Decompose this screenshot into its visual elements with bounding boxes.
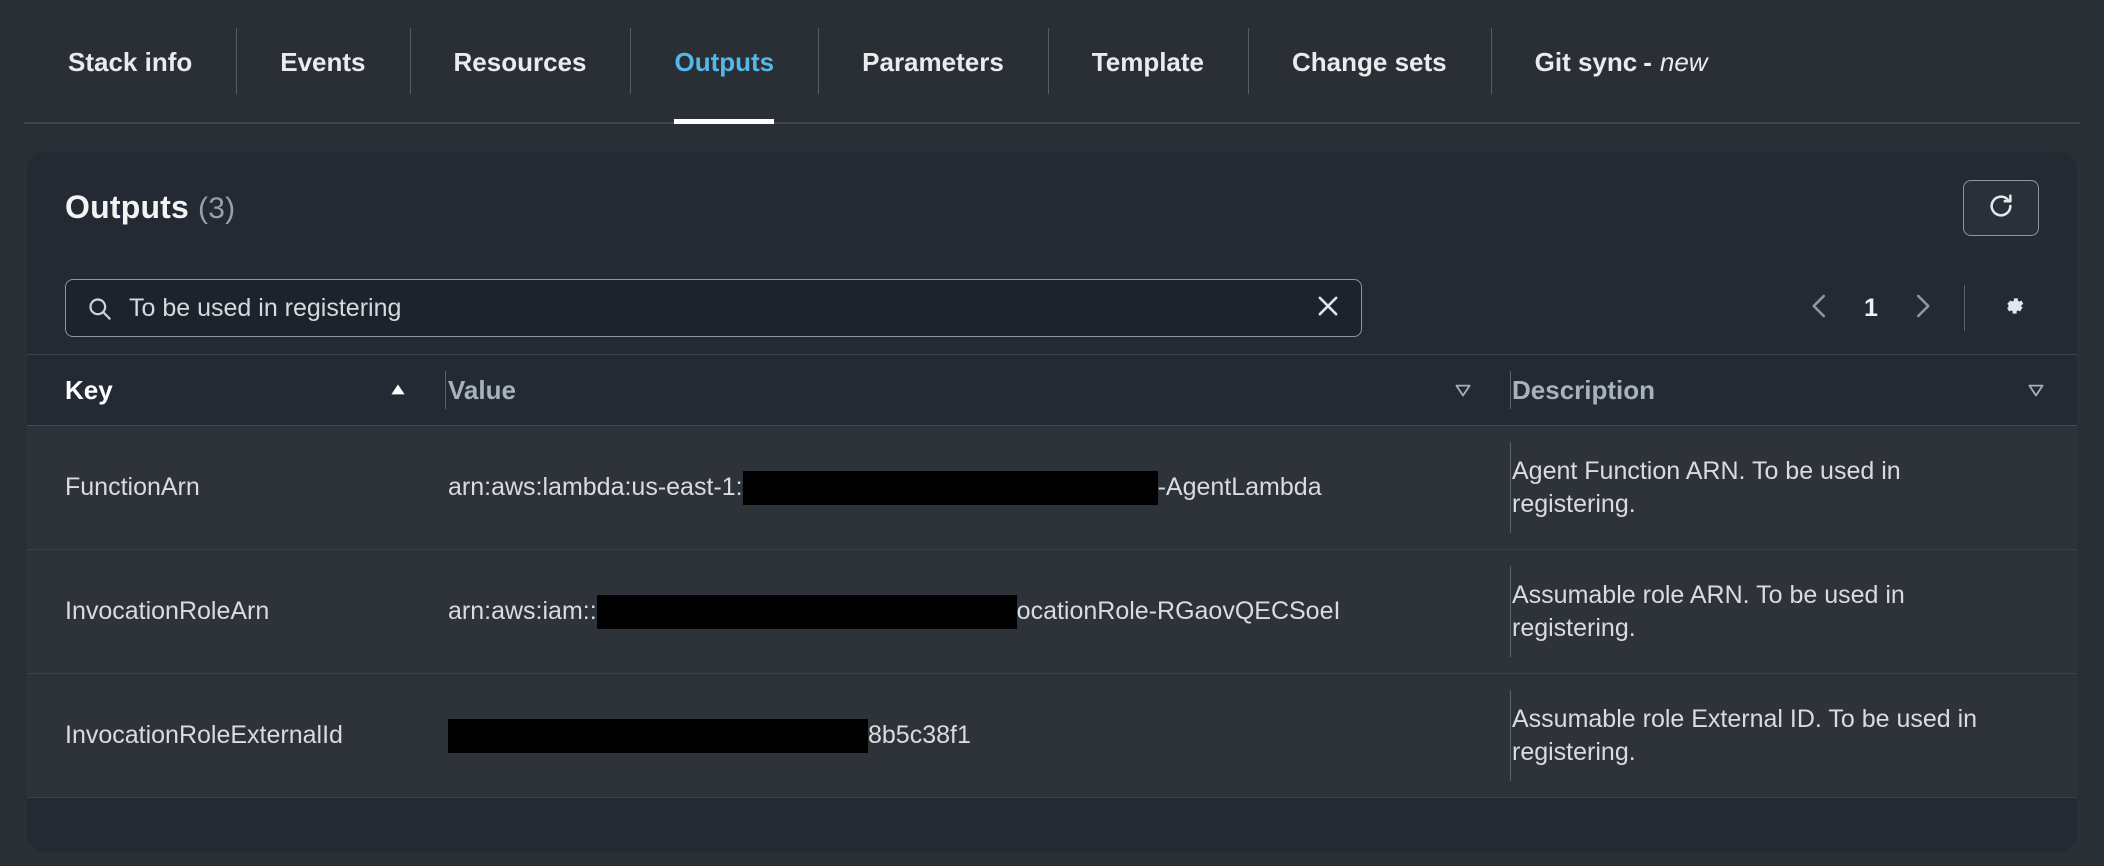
search-input[interactable]: To be used in registering — [65, 279, 1362, 337]
output-description: Assumable role External ID. To be used i… — [1512, 704, 1978, 766]
tab-parameters[interactable]: Parameters — [818, 0, 1048, 124]
refresh-icon — [1985, 190, 2017, 227]
tab-dash: - — [1643, 46, 1652, 77]
tab-label: Events — [280, 46, 366, 77]
output-key: InvocationRoleExternalId — [65, 721, 343, 749]
tab-label: Git sync — [1534, 46, 1638, 77]
redaction-bar — [596, 594, 1017, 629]
caret-down-outline-icon — [1452, 379, 1474, 401]
output-value: arn:aws:iam:: ocationRole-RGaovQECSoeI — [448, 594, 1474, 629]
stack-detail-tabs: Stack info Events Resources Outputs Para… — [0, 0, 2104, 124]
tab-git-sync[interactable]: Git sync - new — [1490, 0, 1752, 124]
redaction-bar — [742, 470, 1158, 505]
table-footer — [27, 798, 2077, 846]
gear-icon — [1998, 291, 2028, 326]
chevron-right-icon — [1907, 291, 1937, 326]
tab-label: Outputs — [674, 46, 775, 77]
tab-events[interactable]: Events — [236, 0, 409, 124]
row-column-divider — [1510, 442, 1511, 533]
previous-page-button[interactable] — [1794, 282, 1846, 334]
output-value-prefix: arn:aws:iam:: — [448, 597, 597, 625]
table-row[interactable]: FunctionArn arn:aws:lambda:us-east-1: -Ag… — [27, 426, 2077, 550]
clear-search-button[interactable] — [1311, 291, 1345, 325]
output-value-prefix: arn:aws:lambda:us-east-1: — [448, 473, 743, 501]
search-icon — [86, 295, 113, 322]
tab-new-badge: new — [1659, 46, 1708, 77]
tab-stack-info[interactable]: Stack info — [34, 0, 236, 124]
pagination: 1 — [1794, 262, 2039, 354]
output-key: FunctionArn — [65, 473, 200, 501]
column-header-key-label: Key — [65, 374, 113, 405]
column-header-description-label: Description — [1512, 374, 1656, 405]
tab-change-sets[interactable]: Change sets — [1248, 0, 1491, 124]
output-value: arn:aws:lambda:us-east-1: -AgentLambda — [448, 470, 1474, 505]
redaction-bar — [448, 718, 868, 753]
page-number-1[interactable]: 1 — [1850, 294, 1892, 323]
column-header-value[interactable]: Value — [425, 375, 1490, 406]
search-input-value: To be used in registering — [129, 293, 402, 322]
tabbar-divider — [24, 122, 2080, 124]
pagination-divider — [1964, 285, 1965, 331]
tab-label: Change sets — [1292, 46, 1447, 77]
tab-outputs[interactable]: Outputs — [630, 0, 818, 124]
output-description: Assumable role ARN. To be used in regist… — [1512, 580, 1905, 642]
caret-down-outline-icon — [2025, 379, 2047, 401]
tab-label: Resources — [453, 46, 587, 77]
card-header: Outputs (3) — [27, 152, 2077, 262]
next-page-button[interactable] — [1896, 282, 1948, 334]
output-key: InvocationRoleArn — [65, 597, 270, 625]
close-icon — [1314, 292, 1342, 325]
output-value-suffix: 8b5c38f1 — [868, 721, 971, 749]
output-value-suffix: ocationRole-RGaovQECSoeI — [1016, 597, 1341, 625]
column-header-value-label: Value — [448, 374, 516, 405]
tab-resources[interactable]: Resources — [409, 0, 631, 124]
column-header-key[interactable]: Key — [27, 375, 425, 406]
page-title: Outputs (3) — [65, 189, 235, 226]
filter-row: To be used in registering 1 — [27, 262, 2077, 354]
table-row[interactable]: InvocationRoleExternalId 8b5c38f1 Assuma… — [27, 674, 2077, 798]
tab-label: Parameters — [862, 46, 1004, 77]
output-value-suffix: -AgentLambda — [1157, 473, 1322, 501]
header-column-divider — [445, 371, 446, 409]
table-preferences-button[interactable] — [1987, 282, 2039, 334]
table-row[interactable]: InvocationRoleArn arn:aws:iam:: ocationRo… — [27, 550, 2077, 674]
header-column-divider — [1510, 371, 1511, 409]
tab-label: Stack info — [68, 46, 193, 77]
caret-up-filled-icon — [387, 379, 409, 401]
outputs-card: Outputs (3) To be used in registering 1 … — [27, 152, 2077, 852]
outputs-count: (3) — [198, 191, 236, 225]
column-header-description[interactable]: Description — [1490, 375, 2077, 406]
output-description: Agent Function ARN. To be used in regist… — [1512, 456, 1901, 518]
output-value: 8b5c38f1 — [448, 718, 1474, 753]
row-column-divider — [1510, 566, 1511, 657]
page-title-text: Outputs — [65, 188, 190, 225]
tab-template[interactable]: Template — [1047, 0, 1248, 124]
chevron-left-icon — [1805, 291, 1835, 326]
tab-label: Template — [1091, 46, 1205, 77]
outputs-table: Key Value Description FunctionArn arn:aw… — [27, 354, 2077, 846]
row-column-divider — [1510, 690, 1511, 781]
table-header-row: Key Value Description — [27, 354, 2077, 426]
refresh-button[interactable] — [1963, 180, 2039, 236]
